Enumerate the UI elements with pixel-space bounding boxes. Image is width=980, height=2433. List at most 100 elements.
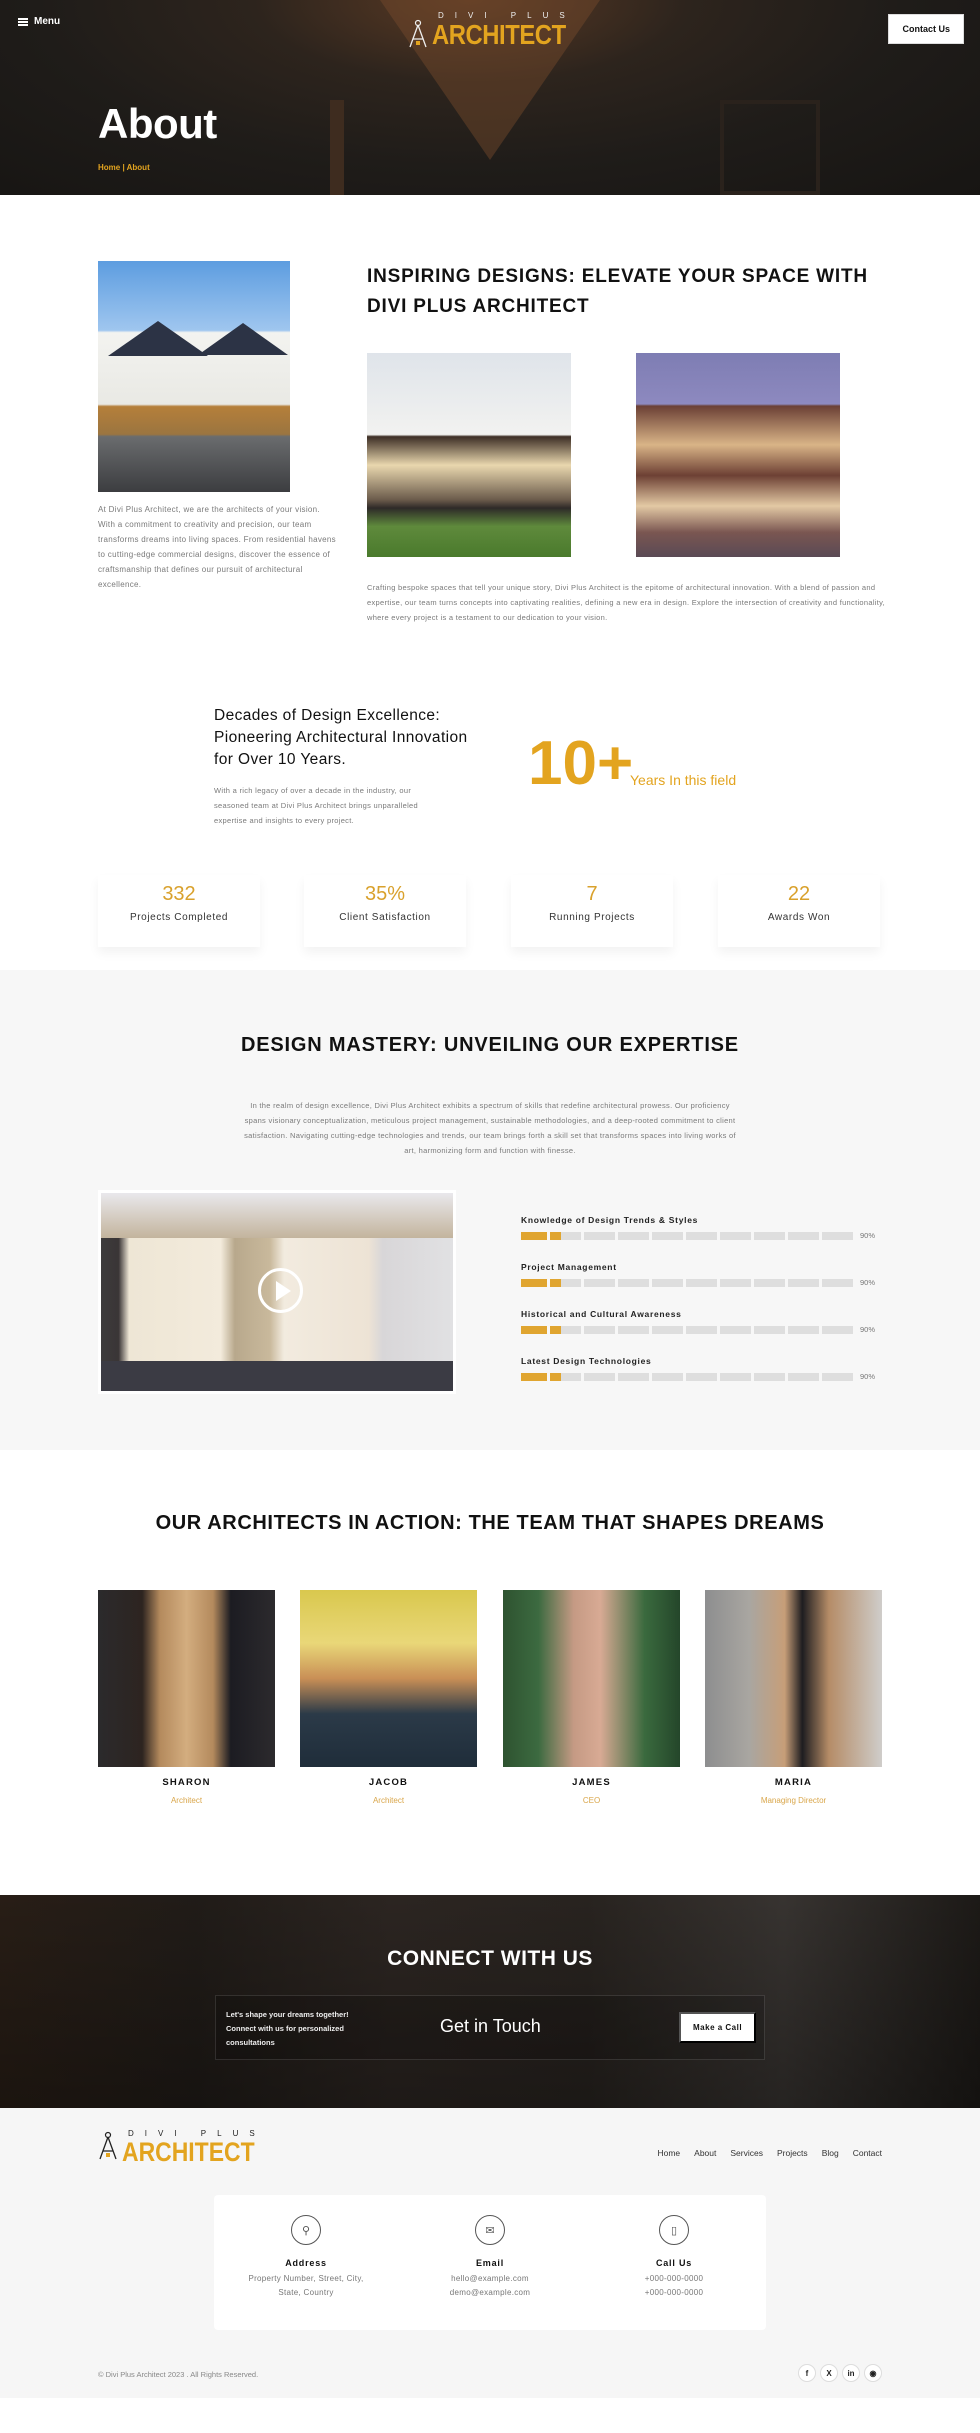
years-counter: 10+ [528,729,634,798]
get-in-touch-title: Get in Touch [440,2016,541,2036]
skill-bar-segment [788,1325,819,1334]
contact-title: Email [475,2258,504,2268]
logo-main-text: ARCHITECT [122,2137,255,2167]
stat-card: 22 Awards Won [718,875,880,947]
skill-bar-segment [521,1325,547,1334]
skill-bar-segment [822,1325,853,1334]
skill-progress-bar: 90% [521,1325,891,1334]
play-icon[interactable] [258,1268,303,1313]
stat-label: Client Satisfaction [339,912,431,923]
skill-bar-segment [754,1231,785,1240]
stat-value: 7 [586,883,598,905]
contact-title: Address [285,2258,327,2268]
skill-bar-segment [720,1372,751,1381]
team-member-role: Managing Director [760,1796,827,1805]
footer-nav-contact[interactable]: Contact [853,2148,882,2158]
team-member-card[interactable]: SHARON Architect [98,1590,275,1805]
video-thumbnail [101,1361,453,1391]
skill-bar-segment [686,1231,717,1240]
footer-nav-home[interactable]: Home [657,2148,680,2158]
skill-name: Knowledge of Design Trends & Styles [521,1215,699,1225]
team-member-photo [503,1590,680,1767]
experience-heading: Decades of Design Excellence: Pioneering… [214,707,468,768]
skill-bar-segment [584,1231,615,1240]
intro-heading: INSPIRING DESIGNS: ELEVATE YOUR SPACE WI… [367,266,868,317]
footer-nav-services[interactable]: Services [730,2148,763,2158]
team-member-role: CEO [582,1796,601,1805]
skill-bar-segment [686,1372,717,1381]
skill-bar-segment [788,1372,819,1381]
skill-bar-segment [788,1278,819,1287]
skill-progress-bar: 90% [521,1372,891,1381]
skill-bar-segment [521,1278,547,1287]
team-member-name: JAMES [572,1777,611,1788]
courtyard-house-image [367,353,571,557]
footer-nav-about[interactable]: About [694,2148,716,2158]
skill-progress-bar: 90% [521,1278,891,1287]
skill-bar-segment [618,1278,649,1287]
email-link[interactable]: hello@example.com [398,2272,582,2286]
video-thumbnail [101,1193,453,1238]
footer-nav-blog[interactable]: Blog [822,2148,839,2158]
intro-section: At Divi Plus Architect, we are the archi… [0,0,980,622]
intro-left-paragraph: At Divi Plus Architect, we are the archi… [98,505,336,589]
skill-bar-segment [550,1278,581,1287]
skill-bar-segment [686,1325,717,1334]
team-member-card[interactable]: JAMES CEO [503,1590,680,1805]
skill-bar-segment [754,1372,785,1381]
stat-card: 7 Running Projects [511,875,673,947]
skill-bar-segment [822,1231,853,1240]
skill-bar-segment [652,1325,683,1334]
email-link[interactable]: demo@example.com [398,2286,582,2300]
expertise-section: DESIGN MASTERY: UNVEILING OUR EXPERTISE … [0,970,980,1450]
stats-section: 332 Projects Completed 35% Client Satisf… [0,875,980,970]
skill-bar-segment [788,1231,819,1240]
linkedin-icon[interactable]: in [842,2364,860,2382]
skill-item: Knowledge of Design Trends & Styles 90% [521,1215,891,1240]
phone-link[interactable]: +000-000-0000 [582,2286,766,2300]
skill-name: Historical and Cultural Awareness [521,1309,682,1319]
skill-bar-segment [720,1231,751,1240]
skill-item: Historical and Cultural Awareness 90% [521,1309,891,1334]
modern-house-image [636,353,840,557]
x-icon[interactable]: X [820,2364,838,2382]
compass-icon [98,2131,118,2166]
skill-bar-segment [822,1372,853,1381]
team-member-card[interactable]: MARIA Managing Director [705,1590,882,1805]
skill-percent: 90% [860,1231,876,1240]
copyright-text: © Divi Plus Architect 2023 . All Rights … [98,2370,259,2379]
stat-label: Running Projects [549,912,635,923]
video-player[interactable] [98,1190,456,1394]
instagram-icon[interactable]: ◉ [864,2364,882,2382]
skill-bar-segment [686,1278,717,1287]
skill-bar-segment [618,1325,649,1334]
connect-heading: CONNECT WITH US [387,1947,593,1970]
connect-section: CONNECT WITH US Let's shape your dreams … [0,1895,980,2108]
stat-card: 332 Projects Completed [98,875,260,947]
years-label: Years In this field [630,772,737,788]
skill-percent: 90% [860,1278,876,1287]
experience-paragraph: With a rich legacy of over a decade in t… [214,786,418,825]
skill-bar-segment [584,1325,615,1334]
team-member-name: JACOB [368,1777,409,1788]
skill-bar-segment [754,1278,785,1287]
team-member-photo [98,1590,275,1767]
skill-percent: 90% [860,1372,876,1381]
skill-bar-segment [521,1372,547,1381]
team-member-card[interactable]: JACOB Architect [300,1590,477,1805]
phone-link[interactable]: +000-000-0000 [582,2272,766,2286]
expertise-heading: DESIGN MASTERY: UNVEILING OUR EXPERTISE [241,1034,739,1056]
stat-value: 22 [787,883,811,905]
facebook-icon[interactable]: f [798,2364,816,2382]
make-a-call-button[interactable]: Make a Call [679,2012,757,2043]
skill-bar-segment [822,1278,853,1287]
footer-nav-projects[interactable]: Projects [777,2148,808,2158]
phone-icon: ▯ [659,2215,689,2245]
contact-title: Call Us [655,2258,693,2268]
skill-bar-segment [720,1325,751,1334]
team-section: OUR ARCHITECTS IN ACTION: THE TEAM THAT … [0,1450,980,1895]
footer-logo[interactable]: DIVI PLUS ARCHITECT [98,2130,278,2166]
envelope-icon: ✉ [475,2215,505,2245]
skill-name: Project Management [521,1262,617,1272]
team-member-name: MARIA [774,1777,813,1788]
